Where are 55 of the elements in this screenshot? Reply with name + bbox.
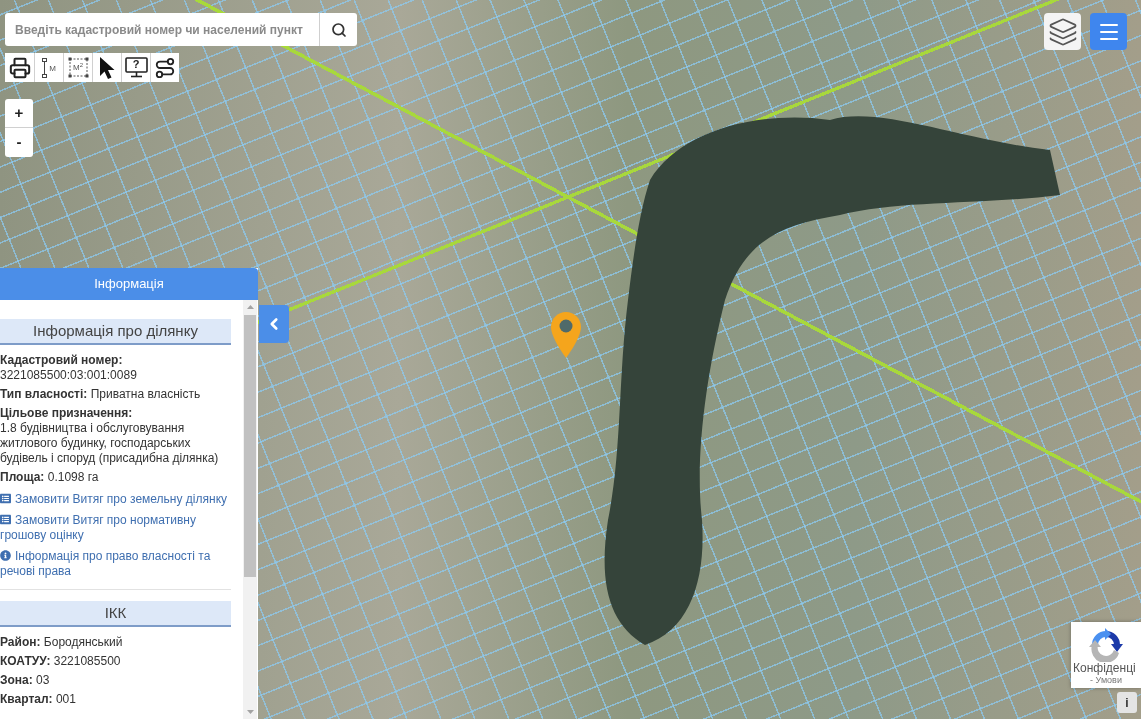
route-button[interactable]	[150, 53, 179, 82]
privacy-text[interactable]: Конфіденці	[1071, 662, 1136, 675]
field-value: 1.8 будівництва і обслуговування житлового будинку, господарських будівель і споруд (присадибна ділянка)	[0, 421, 220, 466]
measure-area-button[interactable]: M$^{2}$	[63, 53, 92, 82]
cursor-icon	[98, 55, 116, 80]
measure-distance-button[interactable]: M	[34, 53, 63, 82]
field-label: Район:	[0, 635, 41, 649]
terms-text[interactable]: - Умови	[1090, 675, 1122, 685]
scroll-down-icon	[246, 710, 254, 714]
section-heading: Інформація про ділянку	[0, 319, 231, 345]
field-value: Приватна власність	[90, 387, 201, 401]
search-button[interactable]	[319, 13, 357, 46]
list-document-icon	[0, 514, 11, 526]
section-heading: ІКК	[0, 601, 231, 627]
area-frame-icon	[68, 57, 89, 78]
search-input[interactable]: Введіть кадастровий номер чи населений пункт	[5, 13, 319, 46]
field-value: 03	[36, 673, 50, 687]
info-button[interactable]: i	[1117, 692, 1137, 713]
field-value: 3221085500:03:001:0089	[0, 368, 137, 382]
field-value: 001	[55, 692, 76, 706]
info-icon	[0, 550, 11, 562]
field-label: Цільове призначення:	[0, 406, 133, 420]
zoom-out-button[interactable]: -	[5, 128, 33, 157]
ownership-info-link[interactable]: Інформація про право власності та речові права	[0, 549, 231, 579]
panel-title: Інформація	[0, 268, 258, 300]
scrollbar[interactable]	[243, 300, 257, 719]
field-value: 3221085500	[53, 654, 121, 668]
list-document-icon	[0, 493, 11, 505]
field-label: Зона:	[0, 673, 33, 687]
scroll-up-icon	[246, 305, 254, 309]
monitor-icon	[125, 57, 148, 78]
map-pin-icon[interactable]	[551, 312, 581, 358]
field-label: Площа:	[0, 470, 45, 484]
search-icon	[330, 21, 347, 38]
order-extract-link[interactable]: Замовити Витяг про земельну ділянку	[0, 492, 231, 507]
field-value: Бородянський	[43, 635, 123, 649]
layers-icon	[1047, 16, 1078, 47]
ruler-icon	[42, 57, 48, 78]
field-label: КОАТУУ:	[0, 654, 51, 668]
collapse-panel-button[interactable]	[259, 305, 289, 343]
field-label: Квартал:	[0, 692, 53, 706]
order-extract-link[interactable]: Замовити Витяг про нормативну грошову оцінку	[0, 513, 231, 543]
field-value: 0.1098 га	[47, 470, 99, 484]
select-button[interactable]	[92, 53, 121, 82]
print-button[interactable]	[5, 53, 34, 82]
help-button[interactable]: ?	[121, 53, 150, 82]
scrollbar-thumb[interactable]	[244, 315, 256, 577]
printer-icon	[8, 56, 31, 79]
zoom-in-button[interactable]: +	[5, 99, 33, 128]
field-label: Тип власності:	[0, 387, 88, 401]
field-label: Кадастровий номер:	[0, 353, 123, 367]
menu-button[interactable]	[1090, 13, 1127, 50]
circular-arrows-icon	[1089, 628, 1123, 662]
layers-button[interactable]	[1044, 13, 1081, 50]
route-icon	[154, 56, 176, 79]
